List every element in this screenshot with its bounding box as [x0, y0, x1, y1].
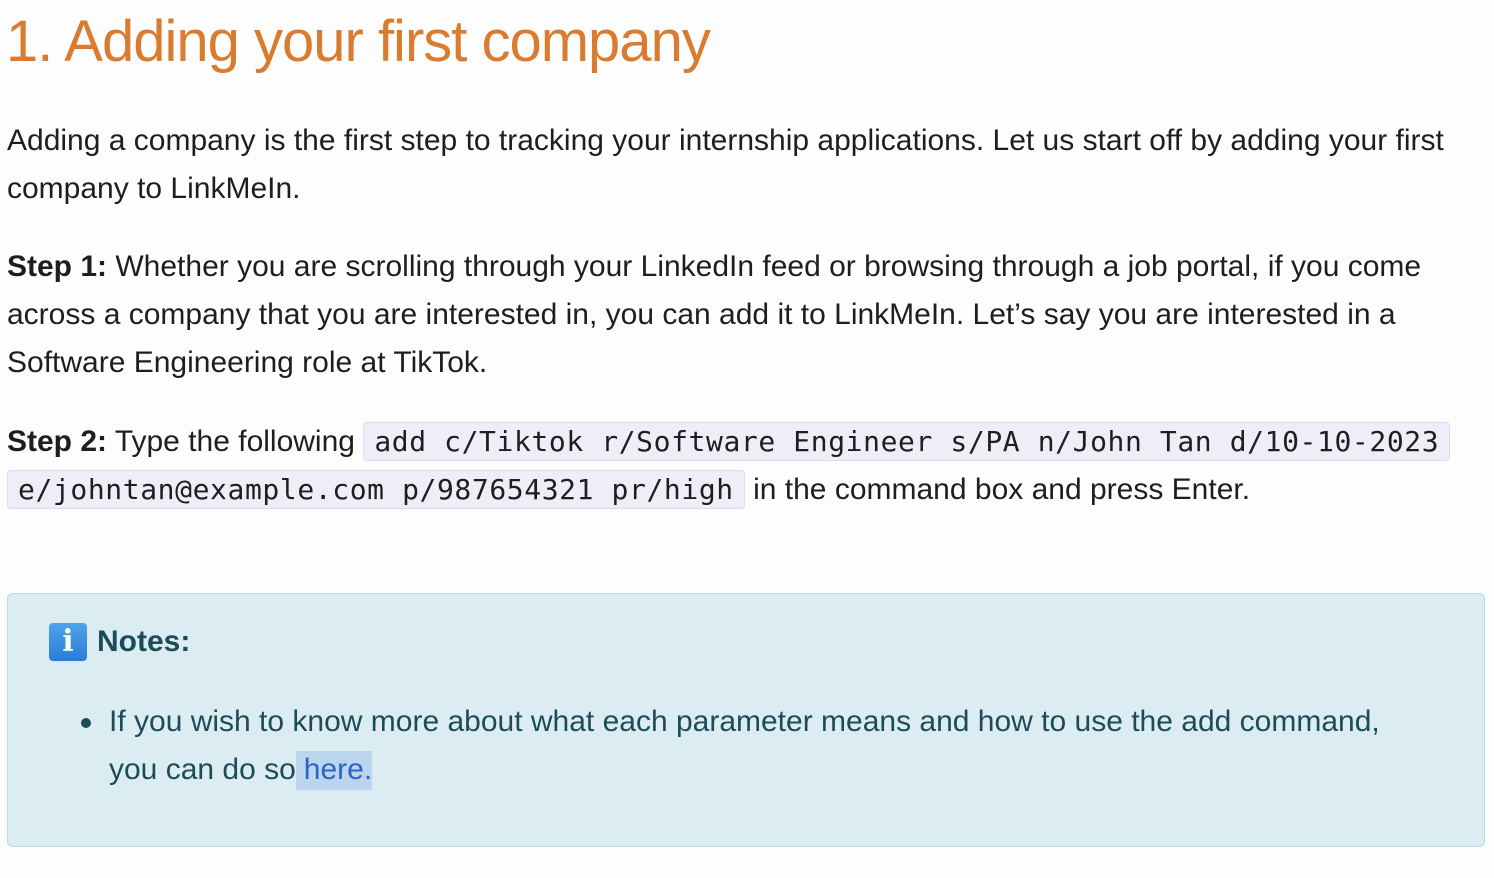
notes-box: i Notes: If you wish to know more about …	[7, 593, 1485, 847]
step-2-text-before: Type the following	[107, 425, 364, 458]
section-title: 1. Adding your first company	[6, 9, 711, 74]
notes-header: i Notes:	[49, 622, 190, 662]
here-link[interactable]: here.	[295, 751, 373, 790]
step-2-label: Step 2:	[7, 425, 108, 458]
step-1-label: Step 1:	[7, 250, 108, 283]
notes-list: If you wish to know more about what each…	[8, 698, 1429, 794]
notes-title: Notes:	[97, 625, 191, 658]
step-2-text-after: in the command box and press Enter.	[744, 473, 1251, 506]
bullet-icon	[81, 718, 91, 728]
step-1-text: Whether you are scrolling through your L…	[7, 250, 1422, 379]
list-item: If you wish to know more about what each…	[81, 698, 1429, 794]
intro-paragraph: Adding a company is the first step to tr…	[7, 124, 1444, 205]
step-1-paragraph: Step 1: Whether you are scrolling throug…	[7, 243, 1477, 387]
step-2-paragraph: Step 2: Type the following add c/Tiktok …	[7, 418, 1477, 514]
guide-page: 1. Adding your first company Adding a co…	[0, 0, 1494, 878]
info-icon: i	[49, 623, 87, 661]
